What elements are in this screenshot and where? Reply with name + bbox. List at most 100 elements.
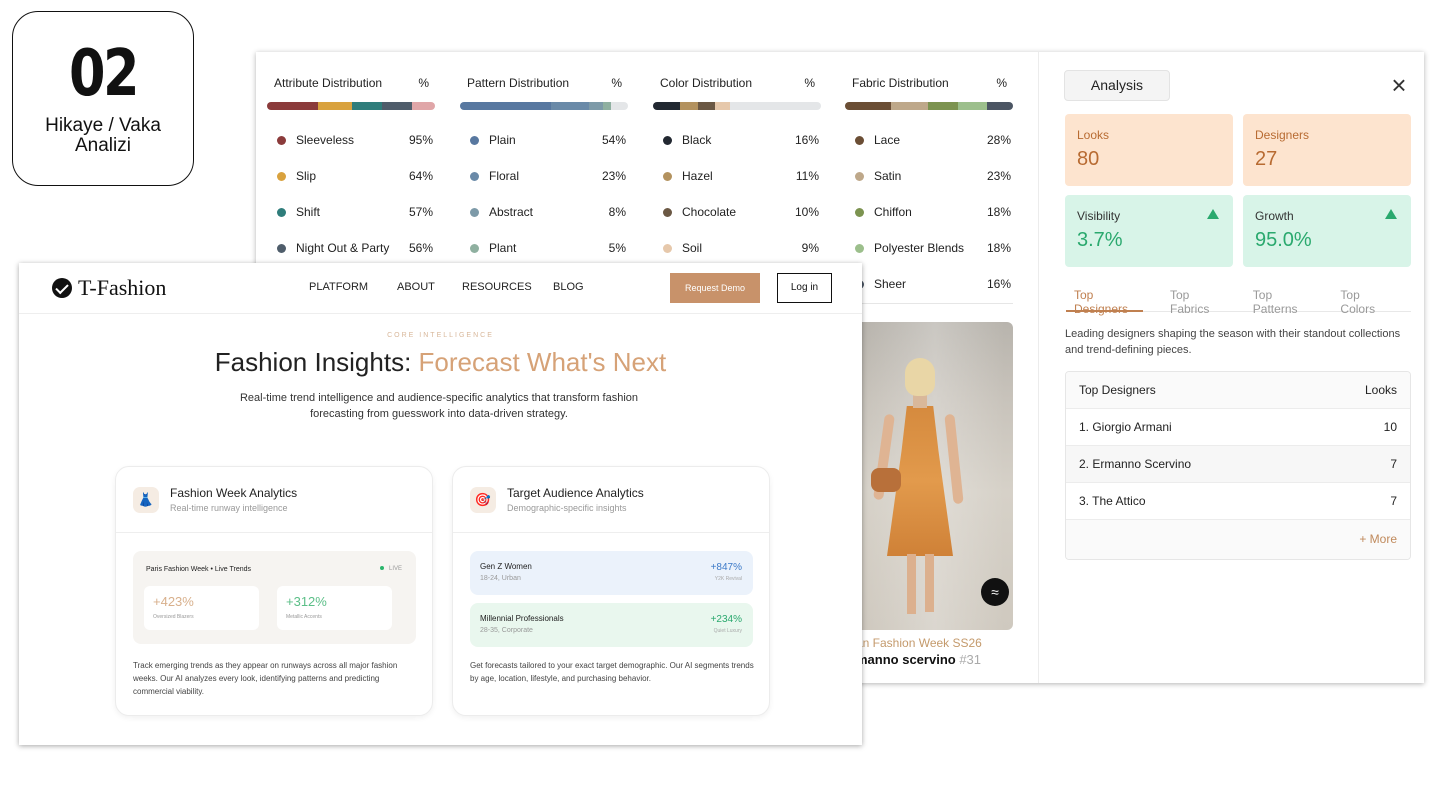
distribution-item[interactable]: Slip 64% bbox=[267, 158, 435, 194]
login-button[interactable]: Log in bbox=[777, 273, 832, 303]
fashion-week-card[interactable]: 👗 Fashion Week Analytics Real-time runwa… bbox=[115, 466, 433, 716]
percent-header: % bbox=[611, 76, 622, 90]
item-label: Plain bbox=[489, 133, 516, 147]
pattern-distribution: Pattern Distribution% Plain 54% Floral 23% Ab… bbox=[460, 76, 628, 266]
item-percent: 64% bbox=[408, 169, 433, 183]
runway-icon: 👗 bbox=[133, 487, 159, 513]
bar-segment bbox=[698, 102, 716, 110]
distribution-item[interactable]: Polyester Blends 18% bbox=[845, 230, 1013, 266]
tab-top-designers[interactable]: Top Designers bbox=[1066, 288, 1143, 316]
card-title: Fashion Week Analytics bbox=[170, 486, 298, 500]
runway-look-number: #31 bbox=[959, 652, 982, 667]
title-accent: Forecast What's Next bbox=[418, 347, 667, 377]
table-row[interactable]: 3. The Attico 7 bbox=[1066, 483, 1410, 520]
trend-metric: +423% Oversized Blazers bbox=[144, 586, 259, 630]
trend-metric-label: Oversized Blazers bbox=[153, 614, 194, 620]
item-percent: 18% bbox=[986, 205, 1011, 219]
bar-segment bbox=[715, 102, 731, 110]
distribution-bar bbox=[460, 102, 628, 110]
distribution-item[interactable]: Sheer 16% bbox=[845, 266, 1013, 302]
item-label: Satin bbox=[874, 169, 902, 183]
distribution-item[interactable]: Night Out & Party 56% bbox=[267, 230, 435, 266]
bar-segment bbox=[317, 102, 352, 110]
distribution-item[interactable]: Abstract 8% bbox=[460, 194, 628, 230]
distribution-item[interactable]: Sleeveless 95% bbox=[267, 122, 435, 158]
item-label: Sleeveless bbox=[296, 133, 355, 147]
tab-top-colors[interactable]: Top Colors bbox=[1332, 288, 1392, 316]
bar-segment bbox=[411, 102, 435, 110]
nav-blog[interactable]: BLOG bbox=[553, 281, 584, 293]
case-badge: 02 Hikaye / Vaka Analizi bbox=[12, 11, 194, 186]
nav-resources[interactable]: RESOURCES bbox=[462, 281, 532, 293]
item-percent: 10% bbox=[794, 205, 819, 219]
audience-demographic: 18-24, Urban bbox=[480, 575, 521, 582]
distribution-item[interactable]: Chiffon 18% bbox=[845, 194, 1013, 230]
item-label: Lace bbox=[874, 133, 901, 147]
target-audience-card[interactable]: 🎯 Target Audience Analytics Demographic-… bbox=[452, 466, 770, 716]
target-icon: 🎯 bbox=[470, 487, 496, 513]
request-demo-button[interactable]: Request Demo bbox=[670, 273, 760, 303]
item-percent: 16% bbox=[986, 277, 1011, 291]
item-label: Night Out & Party bbox=[296, 241, 390, 255]
bar-segment bbox=[381, 102, 412, 110]
color-dot-icon bbox=[663, 135, 672, 145]
color-distribution: Color Distribution% Black 16% Hazel 11% Choco… bbox=[653, 76, 821, 266]
distribution-item[interactable]: Soil 9% bbox=[653, 230, 821, 266]
item-label: Black bbox=[682, 133, 712, 147]
distribution-item[interactable]: Plain 54% bbox=[460, 122, 628, 158]
item-percent: 54% bbox=[601, 133, 626, 147]
table-header-name: Top Designers bbox=[1079, 383, 1156, 397]
item-percent: 5% bbox=[608, 241, 626, 255]
item-percent: 56% bbox=[408, 241, 433, 255]
divider bbox=[845, 303, 1013, 304]
color-dot-icon bbox=[277, 171, 286, 181]
color-dot-icon bbox=[277, 243, 286, 253]
bar-segment bbox=[730, 102, 821, 110]
distribution-title: Pattern Distribution bbox=[467, 76, 570, 90]
designer-name: 3. The Attico bbox=[1079, 494, 1146, 508]
bar-segment bbox=[267, 102, 318, 110]
distribution-header: Fabric Distribution% bbox=[845, 76, 1013, 92]
card-subtitle: Real-time runway intelligence bbox=[170, 503, 288, 513]
brand-logo[interactable]: T-Fashion bbox=[52, 275, 166, 301]
brand-logo-icon: ≈ bbox=[981, 578, 1009, 606]
stat-visibility-value: 3.7% bbox=[1077, 229, 1123, 251]
color-dot-icon bbox=[470, 171, 479, 181]
brand-name: T-Fashion bbox=[78, 275, 167, 300]
percent-header: % bbox=[418, 76, 429, 90]
tab-top-fabrics[interactable]: Top Fabrics bbox=[1162, 288, 1226, 316]
distribution-item[interactable]: Floral 23% bbox=[460, 158, 628, 194]
table-row[interactable]: 1. Giorgio Armani 10 bbox=[1066, 409, 1410, 446]
stat-designers-value: 27 bbox=[1255, 148, 1278, 170]
close-icon[interactable]: × bbox=[1388, 72, 1410, 98]
item-percent: 11% bbox=[795, 169, 819, 183]
distribution-item[interactable]: Shift 57% bbox=[267, 194, 435, 230]
designers-table: Top Designers Looks 1. Giorgio Armani 10… bbox=[1065, 371, 1411, 560]
table-row[interactable]: 2. Ermanno Scervino 7 bbox=[1066, 446, 1410, 483]
distribution-item[interactable]: Black 16% bbox=[653, 122, 821, 158]
analysis-title: Analysis bbox=[1064, 70, 1170, 101]
runway-photo[interactable]: ≈ bbox=[845, 322, 1013, 630]
nav-platform[interactable]: PLATFORM bbox=[309, 281, 368, 293]
nav-about[interactable]: ABOUT bbox=[397, 281, 435, 293]
distribution-item[interactable]: Chocolate 10% bbox=[653, 194, 821, 230]
bar-segment bbox=[845, 102, 891, 110]
stat-looks-value: 80 bbox=[1077, 148, 1100, 170]
distribution-item[interactable]: Plant 5% bbox=[460, 230, 628, 266]
distribution-item[interactable]: Hazel 11% bbox=[653, 158, 821, 194]
tab-description: Leading designers shaping the season wit… bbox=[1065, 328, 1401, 356]
more-button[interactable]: + More bbox=[1066, 520, 1410, 559]
bar-segment bbox=[611, 102, 628, 110]
distribution-item[interactable]: Satin 23% bbox=[845, 158, 1013, 194]
distribution-item[interactable]: Lace 28% bbox=[845, 122, 1013, 158]
bar-segment bbox=[460, 102, 551, 110]
audience-name: Gen Z Women bbox=[480, 562, 532, 571]
audience-growth: +234% bbox=[710, 614, 742, 625]
audience-segment: Millennial Professionals 28-35, Corporat… bbox=[470, 603, 753, 647]
tab-top-patterns[interactable]: Top Patterns bbox=[1245, 288, 1314, 316]
bar-segment bbox=[957, 102, 987, 110]
designer-name: 2. Ermanno Scervino bbox=[1079, 457, 1192, 471]
stat-growth: Growth 95.0% bbox=[1243, 195, 1411, 267]
item-percent: 9% bbox=[801, 241, 819, 255]
item-label: Plant bbox=[489, 241, 517, 255]
